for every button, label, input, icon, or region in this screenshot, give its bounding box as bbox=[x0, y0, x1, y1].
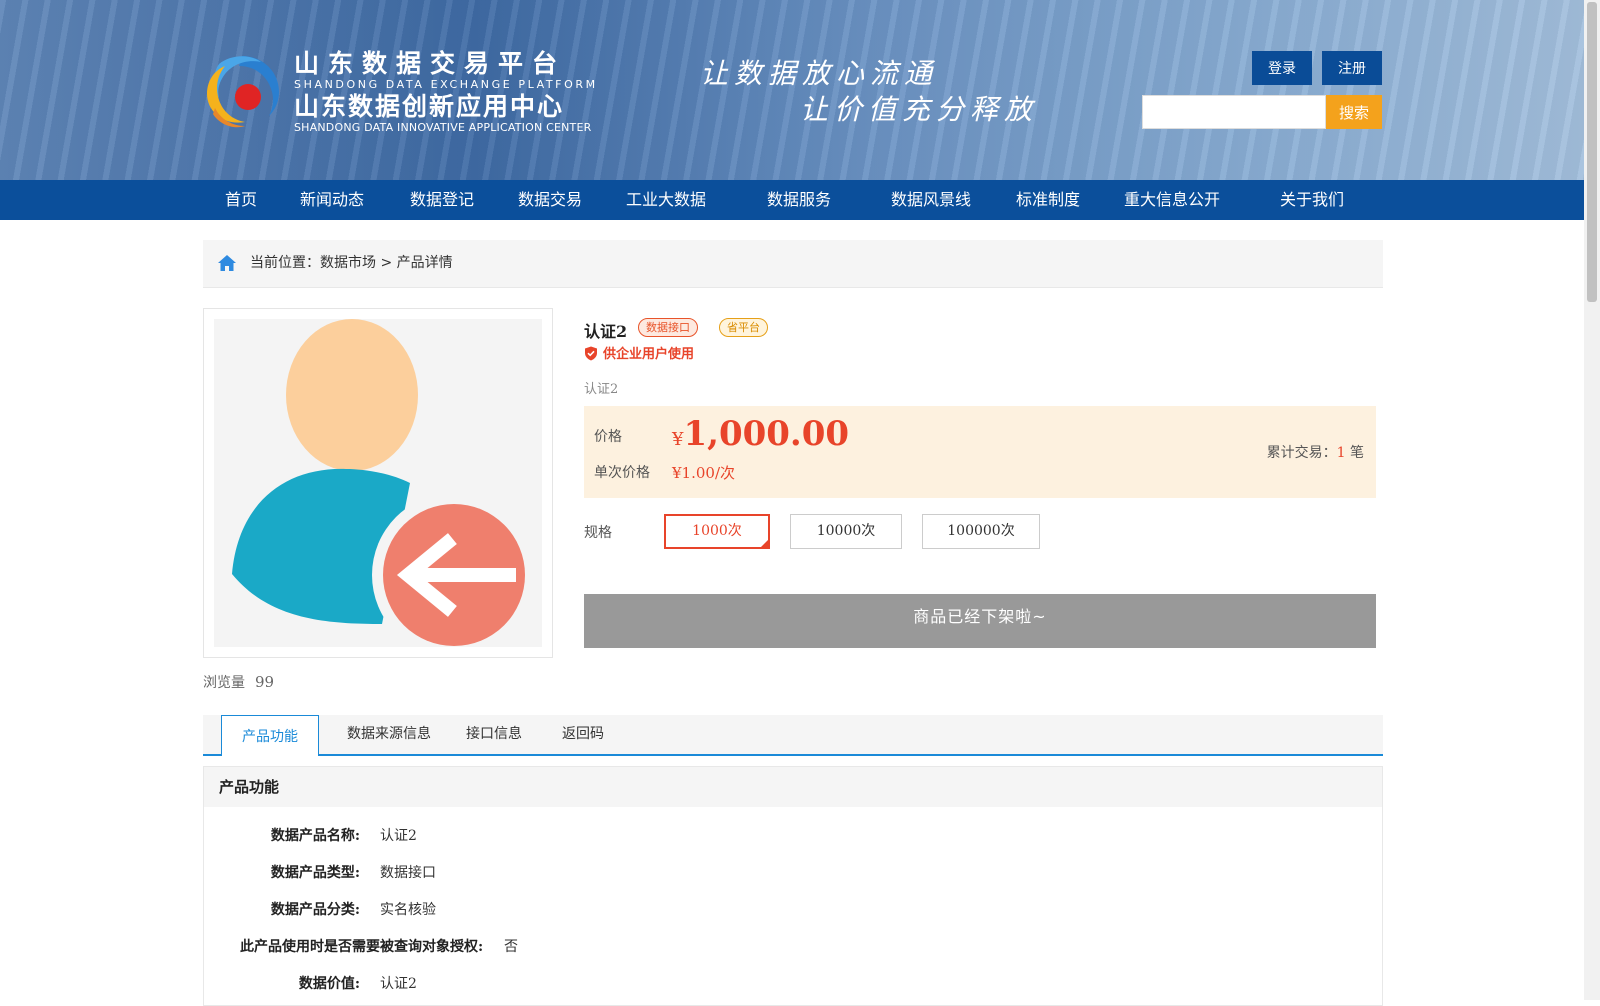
breadcrumb-current: 产品详情 bbox=[396, 255, 453, 271]
view-count-value: 99 bbox=[255, 673, 275, 691]
cumulative-trades: 累计交易：1 笔 bbox=[1267, 442, 1364, 462]
feature-value-authorization: 否 bbox=[504, 939, 518, 955]
tab-data-source[interactable]: 数据来源信息 bbox=[331, 715, 447, 754]
main-nav: 首页 新闻动态 数据登记 数据交易 工业大数据 数据服务 数据风景线 标准制度 … bbox=[0, 180, 1584, 220]
product-function-section: 产品功能 数据产品名称: 认证2 数据产品类型: 数据接口 数据产品分类: 实名… bbox=[203, 766, 1383, 1006]
breadcrumb-separator: > bbox=[376, 255, 397, 271]
slogan-line-1: 让数据放心流通 bbox=[700, 57, 939, 90]
product-description: 认证2 bbox=[584, 382, 619, 397]
logo-subtitle-en: SHANDONG DATA INNOVATIVE APPLICATION CEN… bbox=[294, 121, 592, 134]
scrollbar-thumb[interactable] bbox=[1587, 2, 1597, 302]
site-header: 山东数据交易平台 SHANDONG DATA EXCHANGE PLATFORM… bbox=[0, 0, 1584, 180]
feature-label-type: 数据产品类型: bbox=[270, 865, 360, 881]
feature-label-category: 数据产品分类: bbox=[270, 902, 360, 918]
product-image bbox=[214, 319, 542, 657]
spec-label: 规格 bbox=[584, 525, 612, 541]
nav-item-data-landscape[interactable]: 数据风景线 bbox=[891, 180, 971, 220]
price-value: ¥1,000.00 bbox=[672, 414, 849, 454]
nav-item-data-trading[interactable]: 数据交易 bbox=[518, 180, 582, 220]
search-input[interactable] bbox=[1142, 95, 1326, 129]
enterprise-only-text: 供企业用户使用 bbox=[603, 347, 695, 362]
price-label: 价格 bbox=[594, 429, 622, 445]
product-title: 认证2 bbox=[584, 322, 628, 341]
feature-label-name: 数据产品名称: bbox=[270, 828, 360, 844]
nav-item-data-services[interactable]: 数据服务 bbox=[767, 180, 831, 220]
breadcrumb-text: 当前位置：数据市场 > 产品详情 bbox=[250, 240, 453, 286]
enterprise-only-notice: 供企业用户使用 bbox=[584, 343, 694, 362]
nav-item-industrial-big-data[interactable]: 工业大数据 bbox=[626, 180, 706, 220]
unit-price-label: 单次价格 bbox=[594, 465, 650, 481]
search-button[interactable]: 搜索 bbox=[1326, 95, 1382, 129]
logo-subtitle-cn: 山东数据创新应用中心 bbox=[294, 92, 565, 121]
logo-text: 山东数据交易平台 SHANDONG DATA EXCHANGE PLATFORM… bbox=[294, 49, 598, 135]
feature-value-category: 实名核验 bbox=[380, 902, 436, 918]
feature-value-value: 认证2 bbox=[380, 976, 417, 992]
cumulative-unit: 笔 bbox=[1345, 445, 1364, 461]
feature-value-name: 认证2 bbox=[380, 828, 417, 844]
breadcrumb-link-market[interactable]: 数据市场 bbox=[320, 255, 376, 271]
feature-label-value: 数据价值: bbox=[298, 976, 360, 992]
tab-product-function[interactable]: 产品功能 bbox=[221, 715, 319, 756]
nav-item-standards[interactable]: 标准制度 bbox=[1016, 180, 1080, 220]
nav-item-news[interactable]: 新闻动态 bbox=[300, 180, 364, 220]
spec-option-1000[interactable]: 1000次 bbox=[664, 514, 770, 549]
price-amount: 1,000.00 bbox=[683, 414, 850, 454]
nav-item-home[interactable]: 首页 bbox=[225, 180, 257, 220]
breadcrumb: 当前位置：数据市场 > 产品详情 bbox=[203, 240, 1383, 288]
section-header: 产品功能 bbox=[204, 767, 1382, 807]
view-count: 浏览量 99 bbox=[203, 672, 274, 692]
logo-icon bbox=[207, 56, 279, 128]
spec-option-100000[interactable]: 100000次 bbox=[922, 514, 1040, 549]
breadcrumb-prefix: 当前位置： bbox=[250, 255, 320, 271]
tag-data-api: 数据接口 bbox=[638, 318, 698, 337]
slogan-line-2: 让价值充分释放 bbox=[800, 93, 1039, 126]
nav-item-disclosure[interactable]: 重大信息公开 bbox=[1124, 180, 1220, 220]
product-image-frame bbox=[203, 308, 553, 658]
offline-notice-bar: 商品已经下架啦~ bbox=[584, 594, 1376, 648]
cumulative-count: 1 bbox=[1336, 445, 1346, 461]
nav-item-about[interactable]: 关于我们 bbox=[1280, 180, 1344, 220]
feature-label-authorization: 此产品使用时是否需要被查询对象授权: bbox=[240, 939, 484, 955]
feature-value-type: 数据接口 bbox=[380, 865, 436, 881]
home-icon bbox=[218, 255, 236, 271]
user-auth-icon bbox=[232, 319, 536, 657]
nav-item-data-registration[interactable]: 数据登记 bbox=[410, 180, 474, 220]
view-count-label: 浏览量 bbox=[203, 675, 245, 691]
cumulative-label: 累计交易： bbox=[1266, 445, 1337, 461]
logo-title-en: SHANDONG DATA EXCHANGE PLATFORM bbox=[294, 78, 598, 91]
logo-title-cn: 山东数据交易平台 bbox=[294, 49, 567, 78]
price-panel: 价格 ¥1,000.00 单次价格 ¥1.00/次 累计交易：1 笔 bbox=[584, 406, 1376, 498]
detail-tabs: 产品功能 数据来源信息 接口信息 返回码 bbox=[203, 715, 1383, 756]
tab-api-info[interactable]: 接口信息 bbox=[456, 715, 532, 754]
spec-option-10000[interactable]: 10000次 bbox=[790, 514, 902, 549]
login-button[interactable]: 登录 bbox=[1252, 51, 1312, 85]
price-currency: ¥ bbox=[672, 429, 684, 450]
tab-return-codes[interactable]: 返回码 bbox=[549, 715, 617, 754]
section-title: 产品功能 bbox=[219, 778, 280, 796]
unit-price-value: ¥1.00/次 bbox=[672, 464, 735, 482]
register-button[interactable]: 注册 bbox=[1322, 51, 1382, 85]
tag-provincial-platform: 省平台 bbox=[719, 318, 768, 337]
shield-icon bbox=[585, 346, 597, 361]
